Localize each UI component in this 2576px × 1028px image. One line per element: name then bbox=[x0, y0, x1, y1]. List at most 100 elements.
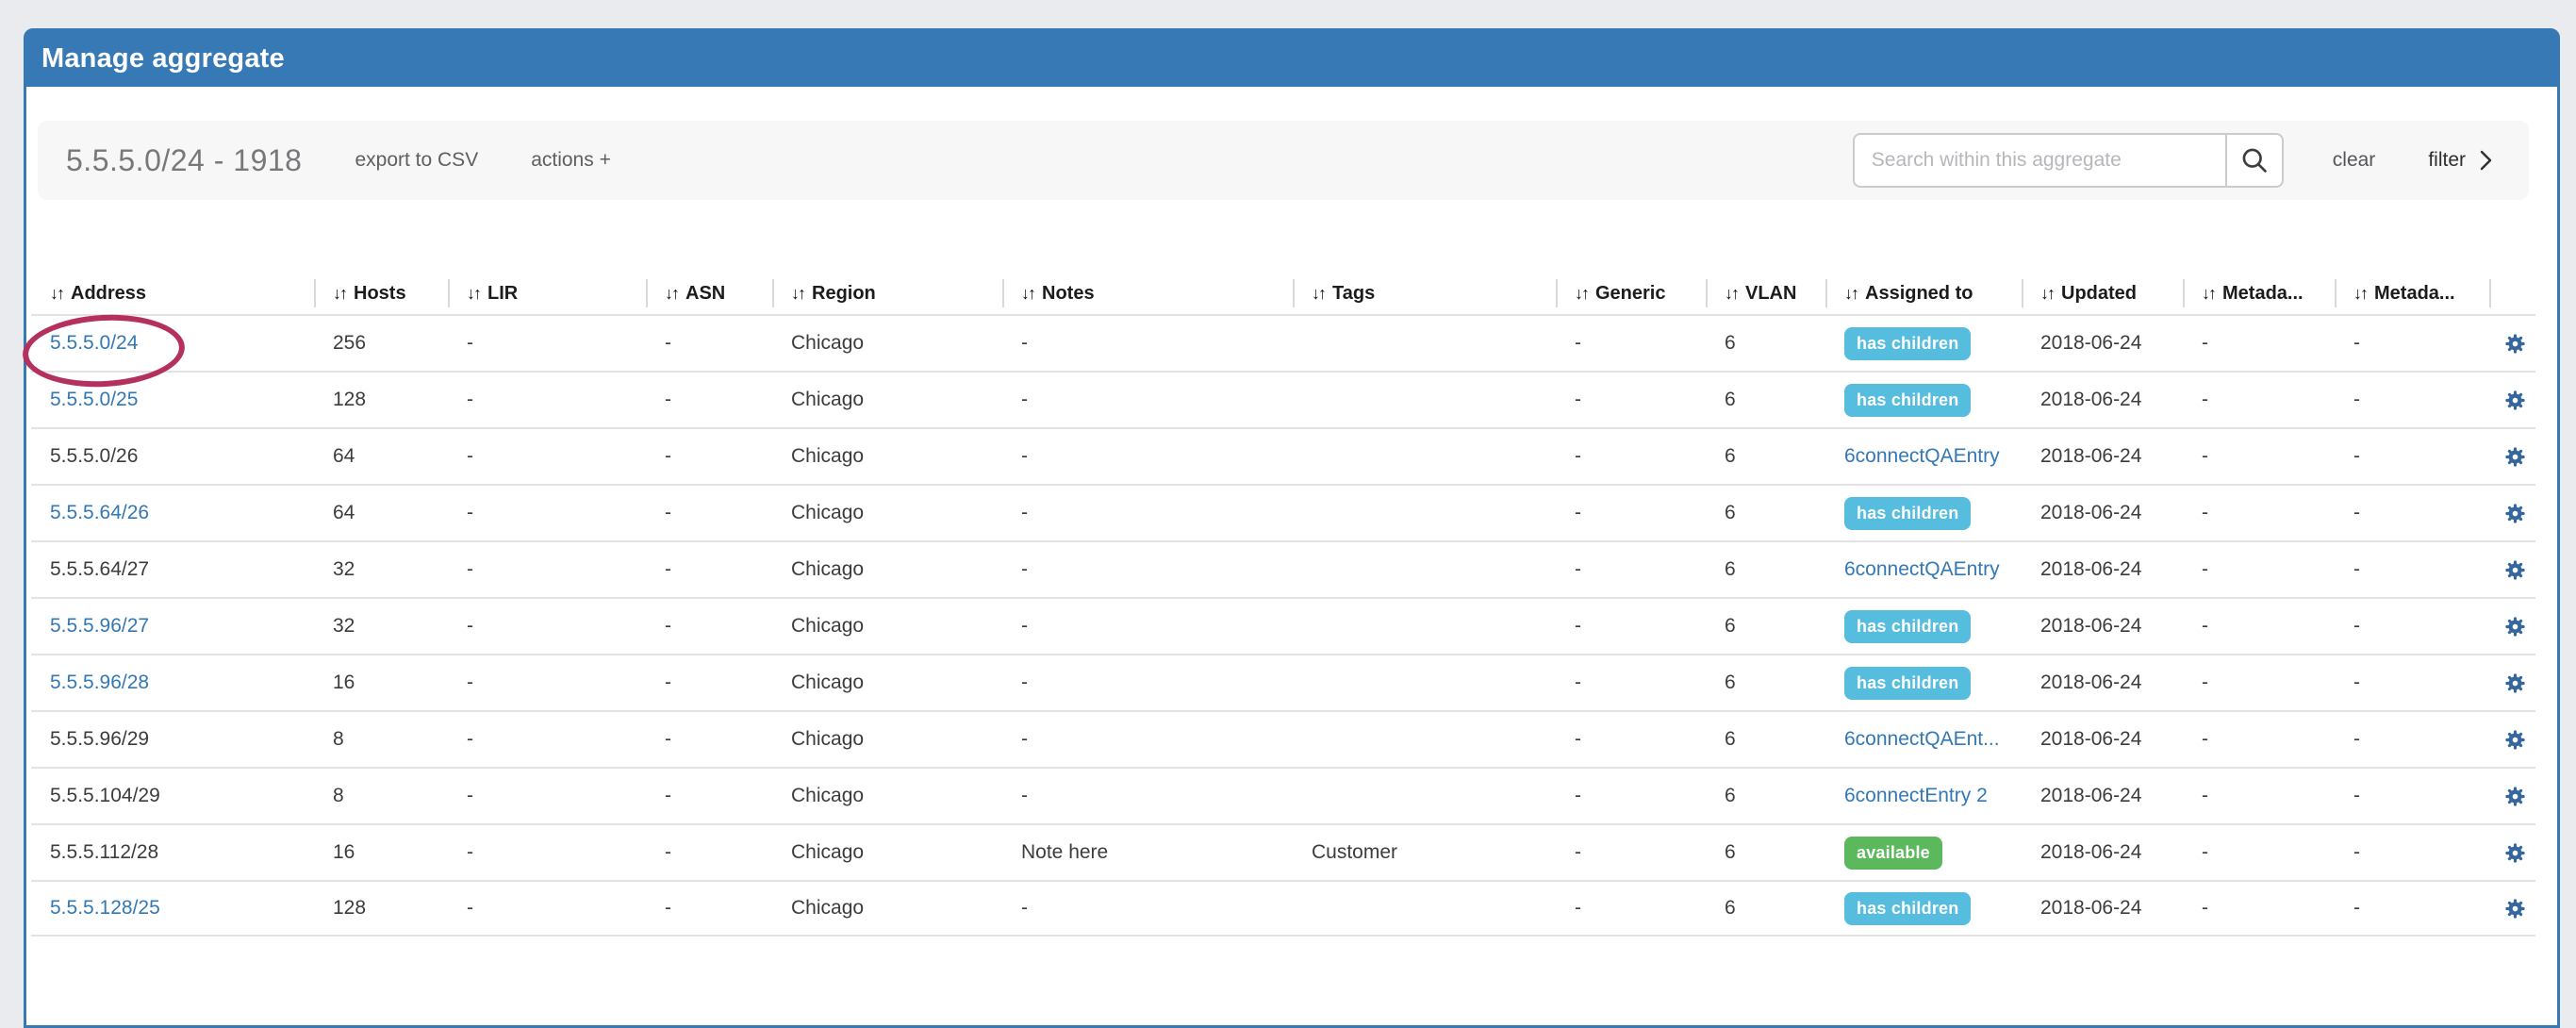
asn-cell: - bbox=[646, 389, 772, 411]
column-header-updated[interactable]: ↓↑Updated bbox=[2022, 274, 2183, 314]
assigned-cell: 6connectQAEnt... bbox=[1825, 728, 2022, 751]
region-cell: Chicago bbox=[772, 332, 1002, 355]
column-header-vlan[interactable]: ↓↑ VLAN bbox=[1706, 274, 1825, 314]
clear-link[interactable]: clear bbox=[2333, 149, 2376, 172]
lir-cell: - bbox=[448, 672, 646, 694]
sort-icon: ↓↑ bbox=[2040, 284, 2054, 304]
column-label: Metada... bbox=[2374, 283, 2455, 305]
asn-cell: - bbox=[646, 332, 772, 355]
address-link[interactable]: 5.5.5.0/25 bbox=[50, 389, 138, 410]
vlan-cell: 6 bbox=[1706, 728, 1825, 751]
column-header-meta1[interactable]: ↓↑Metada... bbox=[2183, 274, 2335, 314]
lir-cell: - bbox=[448, 502, 646, 524]
gear-icon[interactable] bbox=[2502, 671, 2528, 696]
gear-icon[interactable] bbox=[2502, 614, 2528, 639]
column-header-asn[interactable]: ↓↑ASN bbox=[646, 274, 772, 314]
sort-icon: ↓↑ bbox=[2202, 284, 2215, 304]
region-cell: Chicago bbox=[772, 728, 1002, 751]
column-header-assigned[interactable]: ↓↑ Assigned to bbox=[1825, 274, 2022, 314]
assigned-cell: has children bbox=[1825, 384, 2022, 417]
hosts-cell: 32 bbox=[314, 558, 448, 581]
column-header-region[interactable]: ↓↑Region bbox=[772, 274, 1002, 314]
meta2-cell: - bbox=[2335, 445, 2489, 468]
address-link[interactable]: 5.5.5.96/28 bbox=[50, 672, 149, 693]
notes-cell: - bbox=[1002, 389, 1293, 411]
hosts-cell: 128 bbox=[314, 897, 448, 920]
aggregate-table: ↓↑Address↓↑Hosts↓↑LIR↓↑ASN↓↑Region↓↑Note… bbox=[31, 274, 2535, 937]
sort-icon: ↓↑ bbox=[1844, 284, 1858, 304]
generic-cell: - bbox=[1556, 389, 1706, 411]
gear-icon[interactable] bbox=[2502, 896, 2528, 921]
notes-cell: - bbox=[1002, 785, 1293, 807]
notes-cell: - bbox=[1002, 728, 1293, 751]
gear-cell bbox=[2489, 557, 2535, 583]
generic-cell: - bbox=[1556, 728, 1706, 751]
table-row: 5.5.5.96/298--Chicago--66connectQAEnt...… bbox=[31, 710, 2535, 767]
column-header-hosts[interactable]: ↓↑Hosts bbox=[314, 274, 448, 314]
gear-cell bbox=[2489, 614, 2535, 639]
gear-icon[interactable] bbox=[2502, 727, 2528, 753]
asn-cell: - bbox=[646, 728, 772, 751]
gear-icon[interactable] bbox=[2502, 444, 2528, 470]
assigned-resource-link[interactable]: 6connectQAEntry bbox=[1844, 558, 2000, 580]
filter-link[interactable]: filter bbox=[2428, 149, 2493, 172]
address-link[interactable]: 5.5.5.0/24 bbox=[50, 332, 138, 354]
table-row: 5.5.5.104/298--Chicago--66connectEntry 2… bbox=[31, 767, 2535, 823]
gear-cell bbox=[2489, 896, 2535, 921]
vlan-cell: 6 bbox=[1706, 672, 1825, 694]
gear-icon[interactable] bbox=[2502, 840, 2528, 866]
column-label: Assigned to bbox=[1865, 283, 1973, 305]
hosts-cell: 64 bbox=[314, 502, 448, 524]
assigned-cell: available bbox=[1825, 837, 2022, 870]
notes-cell: - bbox=[1002, 502, 1293, 524]
region-cell: Chicago bbox=[772, 615, 1002, 638]
region-cell: Chicago bbox=[772, 897, 1002, 920]
column-header-meta2[interactable]: ↓↑Metada... bbox=[2335, 274, 2489, 314]
gear-cell bbox=[2489, 727, 2535, 753]
aggregate-toolbar: 5.5.5.0/24 - 1918 export to CSV actions … bbox=[38, 121, 2529, 200]
gear-icon[interactable] bbox=[2502, 331, 2528, 356]
meta1-cell: - bbox=[2183, 728, 2335, 751]
vlan-cell: 6 bbox=[1706, 332, 1825, 355]
table-row: 5.5.5.64/2732--Chicago--66connectQAEntry… bbox=[31, 540, 2535, 597]
meta2-cell: - bbox=[2335, 615, 2489, 638]
notes-cell: - bbox=[1002, 332, 1293, 355]
generic-cell: - bbox=[1556, 615, 1706, 638]
gear-cell bbox=[2489, 388, 2535, 413]
gear-icon[interactable] bbox=[2502, 784, 2528, 809]
notes-cell: - bbox=[1002, 897, 1293, 920]
address-link[interactable]: 5.5.5.128/25 bbox=[50, 897, 160, 919]
column-header-notes[interactable]: ↓↑Notes bbox=[1002, 274, 1293, 314]
column-header-tags[interactable]: ↓↑Tags bbox=[1293, 274, 1556, 314]
assigned-resource-link[interactable]: 6connectEntry 2 bbox=[1844, 785, 1988, 806]
column-label: VLAN bbox=[1745, 283, 1796, 305]
actions-menu-link[interactable]: actions + bbox=[531, 149, 611, 172]
notes-cell: - bbox=[1002, 445, 1293, 468]
assigned-resource-link[interactable]: 6connectQAEnt... bbox=[1844, 728, 2000, 750]
gear-icon[interactable] bbox=[2502, 557, 2528, 583]
meta2-cell: - bbox=[2335, 332, 2489, 355]
search-input[interactable] bbox=[1853, 133, 2225, 188]
column-header-generic[interactable]: ↓↑Generic bbox=[1556, 274, 1706, 314]
updated-cell: 2018-06-24 bbox=[2022, 332, 2183, 355]
column-header-lir[interactable]: ↓↑LIR bbox=[448, 274, 646, 314]
address-link[interactable]: 5.5.5.64/26 bbox=[50, 502, 149, 523]
asn-cell: - bbox=[646, 785, 772, 807]
sort-icon: ↓↑ bbox=[1725, 284, 1738, 304]
search-button[interactable] bbox=[2225, 133, 2284, 188]
aggregate-label: 5.5.5.0/24 - 1918 bbox=[66, 143, 302, 178]
gear-icon[interactable] bbox=[2502, 501, 2528, 526]
hosts-cell: 8 bbox=[314, 785, 448, 807]
asn-cell: - bbox=[646, 897, 772, 920]
gear-icon[interactable] bbox=[2502, 388, 2528, 413]
hosts-cell: 256 bbox=[314, 332, 448, 355]
vlan-cell: 6 bbox=[1706, 615, 1825, 638]
meta1-cell: - bbox=[2183, 558, 2335, 581]
meta1-cell: - bbox=[2183, 502, 2335, 524]
gear-cell bbox=[2489, 331, 2535, 356]
column-header-address[interactable]: ↓↑Address bbox=[31, 274, 314, 314]
region-cell: Chicago bbox=[772, 445, 1002, 468]
export-csv-link[interactable]: export to CSV bbox=[355, 149, 478, 172]
address-link[interactable]: 5.5.5.96/27 bbox=[50, 615, 149, 637]
assigned-resource-link[interactable]: 6connectQAEntry bbox=[1844, 445, 2000, 467]
